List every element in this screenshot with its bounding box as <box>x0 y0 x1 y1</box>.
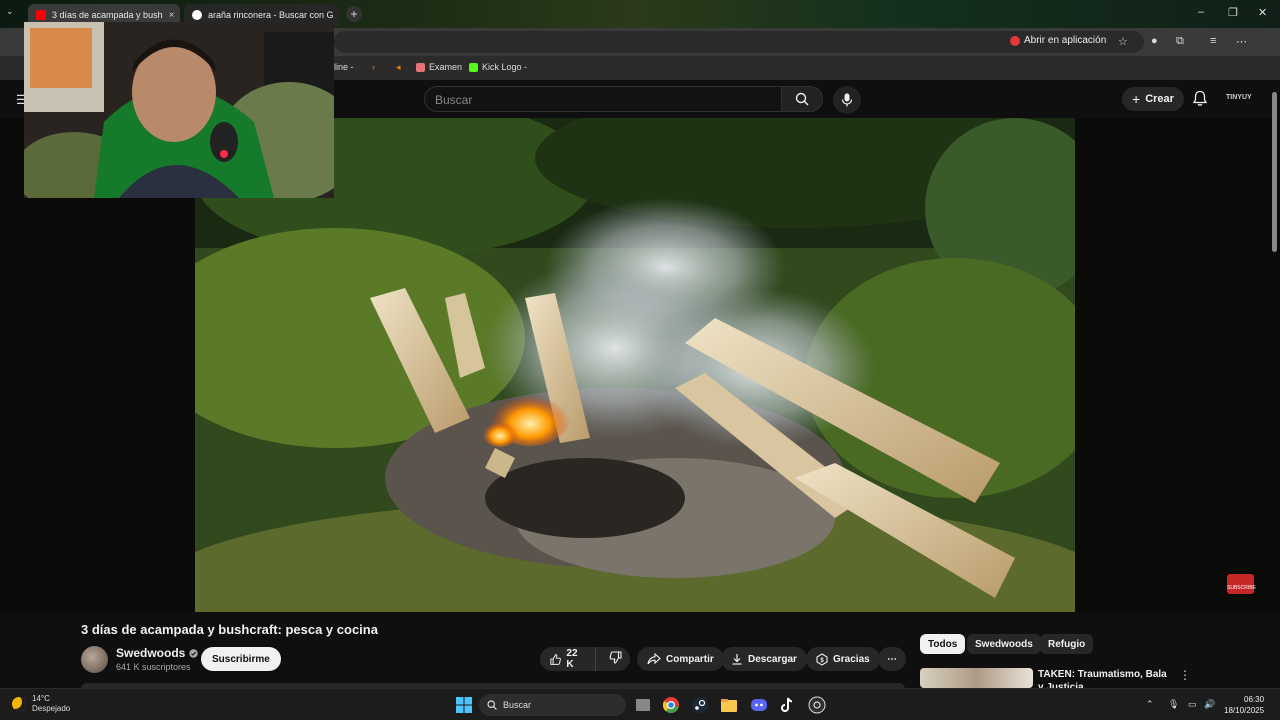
dislike-button[interactable] <box>601 651 630 667</box>
steam-icon[interactable] <box>691 696 709 714</box>
open-in-app-label: Abrir en aplicación <box>1024 35 1107 46</box>
taskbar-search[interactable]: Buscar <box>479 694 626 716</box>
search-button[interactable] <box>781 86 823 112</box>
subscribe-watermark[interactable]: SUBSCRIBE <box>1227 574 1256 594</box>
super-thanks-icon: $ <box>816 652 828 666</box>
microphone-tray-icon[interactable]: 🎙 <box>1168 699 1179 710</box>
obs-icon[interactable] <box>808 696 826 714</box>
tiktok-icon[interactable] <box>779 696 797 714</box>
recommended-video-thumbnail[interactable] <box>920 668 1033 688</box>
thumbs-down-icon <box>609 651 622 664</box>
verified-icon <box>189 648 199 658</box>
playlist-icon[interactable]: ≡ <box>1210 35 1216 47</box>
subscriber-count: 641 K suscriptores <box>116 662 191 672</box>
microphone-icon <box>841 93 853 107</box>
new-tab-button[interactable]: + <box>346 6 362 22</box>
profile-avatar[interactable]: TINYUY <box>1226 94 1252 101</box>
weather-temp: 14°C <box>32 694 50 703</box>
menu-icon[interactable]: ⋯ <box>1236 35 1247 48</box>
search-placeholder: Buscar <box>435 93 473 107</box>
weather-description: Despejado <box>32 704 71 713</box>
download-button[interactable]: Descargar <box>721 647 807 671</box>
recommended-video-title[interactable]: TAKEN: Traumatismo, Bala y Justicia <box>1038 668 1168 688</box>
page-scrollbar[interactable] <box>1270 84 1278 664</box>
video-title: 3 días de acampada y bushcraft: pesca y … <box>81 622 378 637</box>
bookmark-item[interactable]: line - <box>334 62 354 72</box>
channel-avatar[interactable] <box>81 646 108 673</box>
thanks-button[interactable]: $ Gracias <box>806 647 880 671</box>
bookmark-folder-icon[interactable]: ◂ <box>396 62 401 73</box>
search-input[interactable]: Buscar <box>424 86 782 112</box>
volume-icon[interactable]: 🔊 <box>1204 699 1215 710</box>
subscribe-button[interactable]: Suscribirme <box>201 647 281 671</box>
show-hidden-icons[interactable]: ⌃ <box>1146 699 1154 710</box>
bookmark-folder-icon[interactable]: › <box>372 62 375 72</box>
bookmark-star-icon[interactable]: ☆ <box>1118 35 1128 48</box>
chip-todos[interactable]: Todos <box>920 634 966 654</box>
network-icon[interactable]: ▭ <box>1188 699 1197 710</box>
search-icon <box>487 700 497 710</box>
extension-icon[interactable]: ● <box>1151 35 1158 47</box>
document-icon <box>416 62 425 72</box>
discord-icon[interactable] <box>750 696 768 714</box>
create-label: Crear <box>1145 93 1174 105</box>
more-horizontal-icon: ⋯ <box>887 653 897 665</box>
bookmark-examen[interactable]: Examen <box>416 62 462 72</box>
create-button[interactable]: + Crear <box>1122 87 1184 111</box>
clock-date: 18/10/2025 <box>1224 706 1265 715</box>
streamer-webcam-feed <box>24 22 334 198</box>
task-view-icon[interactable] <box>634 696 652 714</box>
more-vertical-icon[interactable]: ⋮ <box>1179 668 1191 682</box>
share-button[interactable]: Compartir <box>637 647 724 671</box>
tab-search-title: araña rinconera - Buscar con G <box>208 10 334 20</box>
kick-icon <box>469 62 478 72</box>
chip-refugio[interactable]: Refugio <box>1040 634 1094 654</box>
like-button[interactable]: 22 K <box>540 647 596 671</box>
youtube-icon <box>1010 35 1020 46</box>
voice-search-button[interactable] <box>833 86 861 114</box>
screen: ⌄ 3 días de acampada y bush × araña rinc… <box>0 0 1280 720</box>
weather-widget[interactable]: 14°C Despejado <box>12 694 70 714</box>
search-icon <box>795 92 809 106</box>
webcam-overlay <box>24 22 334 198</box>
tab-video-title: 3 días de acampada y bush <box>52 10 163 20</box>
channel-name[interactable]: Swedwoods <box>116 646 199 660</box>
puzzle-icon[interactable]: ⧉ <box>1176 35 1184 48</box>
scrollbar-thumb[interactable] <box>1272 92 1277 252</box>
tab-search-icon[interactable]: ⌄ <box>6 6 14 17</box>
like-count: 22 K <box>566 648 578 670</box>
plus-icon: + <box>1132 91 1141 107</box>
moon-weather-icon <box>12 697 26 711</box>
file-explorer-icon[interactable] <box>720 696 738 714</box>
more-actions-button[interactable]: ⋯ <box>878 647 906 671</box>
svg-text:$: $ <box>820 658 824 664</box>
restore-icon[interactable]: ❐ <box>1228 6 1238 19</box>
open-in-app-button[interactable]: Abrir en aplicación <box>1010 35 1106 46</box>
clock-time: 06:30 <box>1244 695 1265 704</box>
system-clock[interactable]: 06:30 18/10/2025 <box>1224 694 1264 716</box>
youtube-favicon-icon <box>36 10 46 20</box>
close-window-icon[interactable]: ✕ <box>1258 6 1267 19</box>
tab-close-icon[interactable]: × <box>169 10 175 21</box>
bookmark-kick-logo[interactable]: Kick Logo - <box>469 62 527 72</box>
chrome-icon[interactable] <box>662 696 680 714</box>
share-arrow-icon <box>647 653 661 665</box>
chip-swedwoods[interactable]: Swedwoods <box>967 634 1041 654</box>
google-favicon-icon <box>192 10 202 20</box>
windows-taskbar: 14°C Despejado Buscar ⌃ 🎙 ▭ 🔊 06:30 18/1… <box>0 688 1280 720</box>
like-dislike-group: 22 K <box>540 647 630 671</box>
minimize-icon[interactable]: – <box>1198 6 1204 18</box>
windows-start-icon[interactable] <box>455 696 473 714</box>
thumbs-up-icon <box>550 653 561 665</box>
notifications-bell-icon[interactable] <box>1192 90 1208 107</box>
download-icon <box>732 654 742 665</box>
